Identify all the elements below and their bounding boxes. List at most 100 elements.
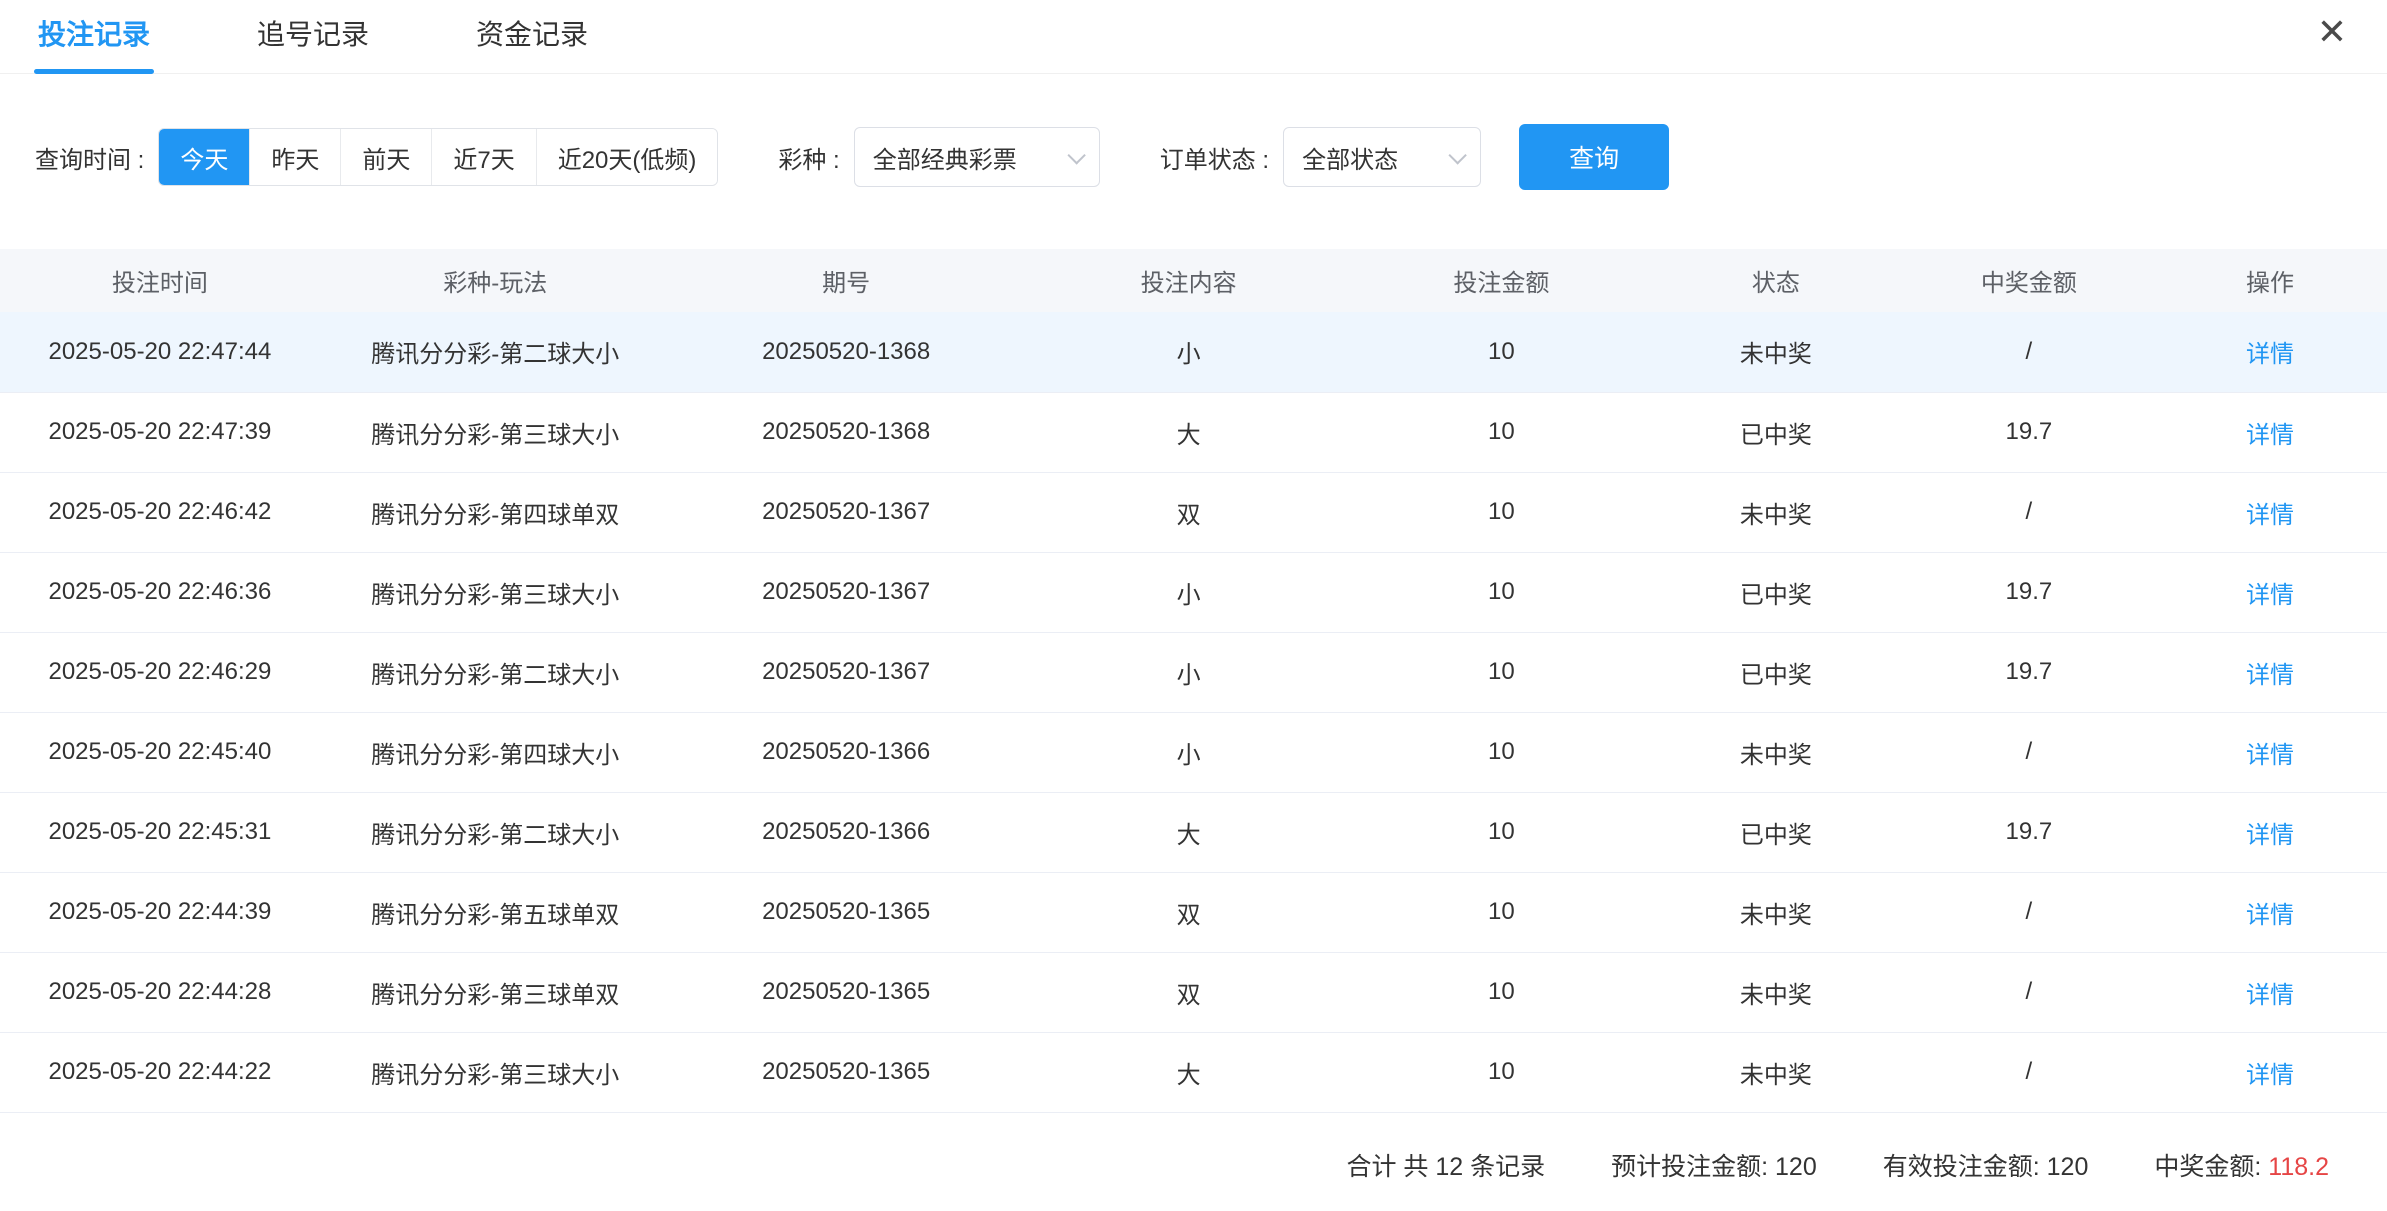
cell-game-play: 腾讯分分彩-第三球大小 [320,392,671,472]
cell-status: 未中奖 [1647,472,1905,552]
cell-prize: / [1905,472,2153,552]
cell-prize: 19.7 [1905,792,2153,872]
cell-issue: 20250520-1368 [671,312,1022,392]
cell-bet-content: 大 [1022,392,1356,472]
cell-bet-time: 2025-05-20 22:44:28 [0,952,320,1032]
summary-prize-label: 中奖金额: [2154,1153,2261,1181]
cell-bet-content: 大 [1022,792,1356,872]
cell-game-play: 腾讯分分彩-第二球大小 [320,792,671,872]
table-row: 2025-05-20 22:46:29 腾讯分分彩-第二球大小 20250520… [0,632,2387,712]
cell-issue: 20250520-1367 [671,632,1022,712]
cell-bet-time: 2025-05-20 22:45:40 [0,712,320,792]
cell-issue: 20250520-1367 [671,552,1022,632]
time-range-option[interactable]: 今天 [159,129,250,185]
detail-link[interactable]: 详情 [2246,1062,2294,1089]
cell-prize: / [1905,312,2153,392]
cell-prize: 19.7 [1905,392,2153,472]
time-filter-label: 查询时间 : [35,140,144,175]
cell-bet-amount: 10 [1356,632,1647,712]
summary-valid-bet: 有效投注金额: 120 [1883,1147,2089,1183]
time-range-option[interactable]: 前天 [341,129,432,185]
table-body: 2025-05-20 22:47:44 腾讯分分彩-第二球大小 20250520… [0,312,2387,1112]
time-range-option[interactable]: 昨天 [250,129,341,185]
detail-link[interactable]: 详情 [2246,662,2294,689]
cell-issue: 20250520-1365 [671,1032,1022,1112]
table-row: 2025-05-20 22:44:28 腾讯分分彩-第三球单双 20250520… [0,952,2387,1032]
col-bet-content: 投注内容 [1022,249,1356,312]
order-status-select[interactable]: 全部状态 [1283,127,1481,187]
time-range-option[interactable]: 近20天(低频) [537,129,718,185]
table-row: 2025-05-20 22:45:40 腾讯分分彩-第四球大小 20250520… [0,712,2387,792]
cell-status: 已中奖 [1647,792,1905,872]
detail-link[interactable]: 详情 [2246,982,2294,1009]
detail-link[interactable]: 详情 [2246,902,2294,929]
table-row: 2025-05-20 22:44:39 腾讯分分彩-第五球单双 20250520… [0,872,2387,952]
cell-bet-amount: 10 [1356,552,1647,632]
cell-bet-time: 2025-05-20 22:47:44 [0,312,320,392]
chevron-down-icon [1067,146,1085,164]
summary-total-count: 合计 共 12 条记录 [1346,1147,1545,1183]
cell-bet-time: 2025-05-20 22:47:39 [0,392,320,472]
summary-bar: 合计 共 12 条记录 预计投注金额: 120 有效投注金额: 120 中奖金额… [0,1113,2387,1211]
query-button[interactable]: 查询 [1519,124,1669,190]
summary-prize: 中奖金额: 118.2 [2154,1147,2329,1183]
table-row: 2025-05-20 22:47:39 腾讯分分彩-第三球大小 20250520… [0,392,2387,472]
detail-link[interactable]: 详情 [2246,822,2294,849]
lottery-select-value: 全部经典彩票 [873,140,1017,175]
cell-status: 未中奖 [1647,872,1905,952]
col-prize-amount: 中奖金额 [1905,249,2153,312]
summary-valid-value: 120 [2047,1153,2089,1181]
col-status: 状态 [1647,249,1905,312]
tab-fund-records[interactable]: 资金记录 [476,0,588,74]
cell-game-play: 腾讯分分彩-第三球单双 [320,952,671,1032]
cell-bet-amount: 10 [1356,872,1647,952]
lottery-select[interactable]: 全部经典彩票 [854,127,1100,187]
cell-status: 未中奖 [1647,712,1905,792]
table-row: 2025-05-20 22:46:36 腾讯分分彩-第三球大小 20250520… [0,552,2387,632]
cell-prize: 19.7 [1905,552,2153,632]
close-icon[interactable]: ✕ [2311,8,2353,56]
tab-bet-records[interactable]: 投注记录 [38,0,150,74]
tab-chase-records[interactable]: 追号记录 [257,0,369,74]
cell-prize: / [1905,952,2153,1032]
cell-bet-amount: 10 [1356,312,1647,392]
col-bet-amount: 投注金额 [1356,249,1647,312]
chevron-down-icon [1449,146,1467,164]
cell-bet-content: 大 [1022,1032,1356,1112]
records-table: 投注时间 彩种-玩法 期号 投注内容 投注金额 状态 中奖金额 操作 2025-… [0,249,2387,1113]
cell-prize: / [1905,872,2153,952]
cell-status: 已中奖 [1647,552,1905,632]
time-range-option[interactable]: 近7天 [432,129,536,185]
detail-link[interactable]: 详情 [2246,341,2294,368]
cell-game-play: 腾讯分分彩-第三球大小 [320,552,671,632]
cell-status: 已中奖 [1647,392,1905,472]
detail-link[interactable]: 详情 [2246,502,2294,529]
table-row: 2025-05-20 22:46:42 腾讯分分彩-第四球单双 20250520… [0,472,2387,552]
cell-bet-content: 小 [1022,312,1356,392]
col-game-play: 彩种-玩法 [320,249,671,312]
cell-bet-time: 2025-05-20 22:46:42 [0,472,320,552]
cell-issue: 20250520-1367 [671,472,1022,552]
detail-link[interactable]: 详情 [2246,742,2294,769]
time-range-group: 今天昨天前天近7天近20天(低频) [158,128,718,186]
cell-game-play: 腾讯分分彩-第五球单双 [320,872,671,952]
cell-bet-content: 小 [1022,632,1356,712]
cell-bet-content: 小 [1022,552,1356,632]
detail-link[interactable]: 详情 [2246,582,2294,609]
cell-bet-amount: 10 [1356,472,1647,552]
detail-link[interactable]: 详情 [2246,422,2294,449]
cell-bet-amount: 10 [1356,712,1647,792]
cell-game-play: 腾讯分分彩-第四球大小 [320,712,671,792]
tab-bar: 投注记录 追号记录 资金记录 ✕ [0,0,2387,74]
summary-prize-value: 118.2 [2268,1153,2329,1181]
summary-valid-label: 有效投注金额: [1883,1153,2040,1181]
cell-issue: 20250520-1368 [671,392,1022,472]
cell-bet-content: 小 [1022,712,1356,792]
cell-game-play: 腾讯分分彩-第三球大小 [320,1032,671,1112]
cell-bet-time: 2025-05-20 22:45:31 [0,792,320,872]
cell-bet-amount: 10 [1356,792,1647,872]
summary-expected-value: 120 [1775,1153,1817,1181]
summary-expected-bet: 预计投注金额: 120 [1611,1147,1817,1183]
cell-issue: 20250520-1365 [671,952,1022,1032]
table-row: 2025-05-20 22:47:44 腾讯分分彩-第二球大小 20250520… [0,312,2387,392]
